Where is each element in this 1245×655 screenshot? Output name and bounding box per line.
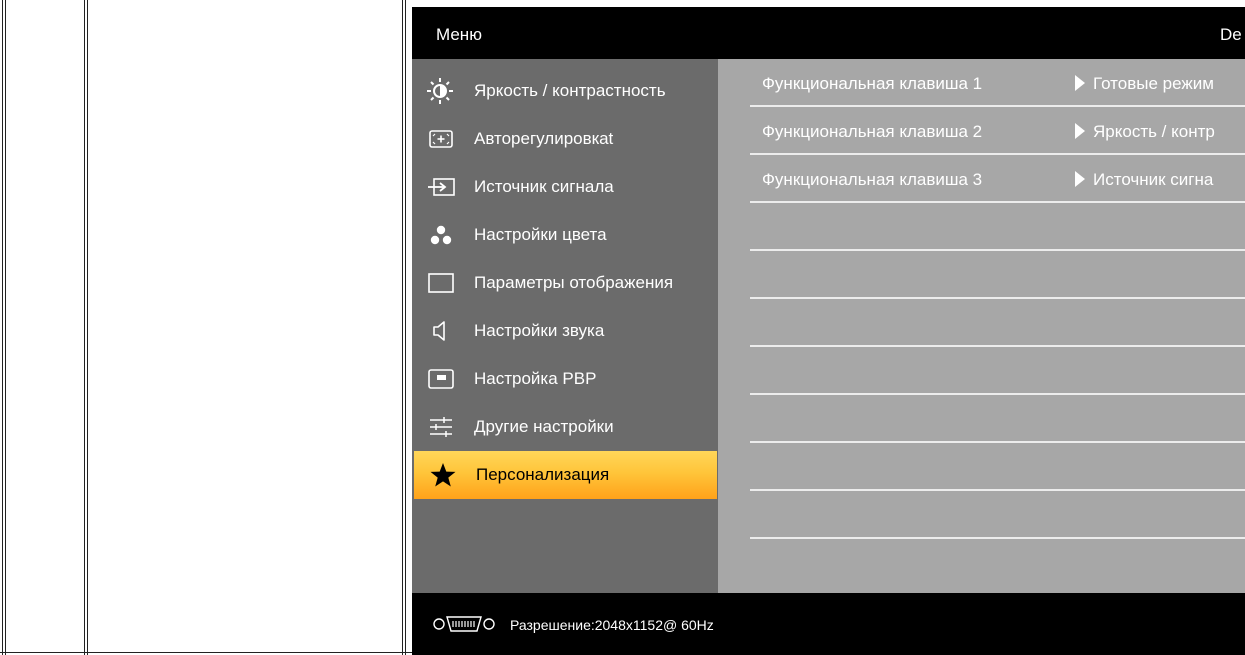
row-key: Функциональная клавиша 2 xyxy=(762,122,983,141)
empty-row xyxy=(750,299,1245,347)
row-value: Источник сигна xyxy=(1093,170,1214,189)
brightness-icon xyxy=(426,77,456,105)
resolution-status: Разрешение:2048x1152@ 60Hz xyxy=(510,617,714,633)
empty-row xyxy=(750,443,1245,491)
star-icon xyxy=(428,461,458,489)
osd-model-label: De xyxy=(1220,25,1242,44)
osd-header: Меню De xyxy=(412,7,1245,59)
display-settings-icon xyxy=(426,269,456,297)
arrow-right-icon xyxy=(1075,75,1085,91)
menu-item-label: Персонализация xyxy=(476,465,610,484)
osd-submenu-panel: Функциональная клавиша 1 Готовые режим Ф… xyxy=(718,59,1245,593)
menu-item-label: Другие настройки xyxy=(474,417,614,436)
menu-item-label: Настройки звука xyxy=(474,321,605,340)
vga-connector-icon xyxy=(432,615,496,638)
osd-screen: Меню De Яркость / контрастность Авторегу… xyxy=(412,7,1245,655)
menu-item-other-settings[interactable]: Другие настройки xyxy=(412,403,718,451)
shortcut-key-3-row[interactable]: Функциональная клавиша 3 Источник сигна xyxy=(750,155,1245,203)
menu-item-audio-settings[interactable]: Настройки звука xyxy=(412,307,718,355)
menu-item-color-settings[interactable]: Настройки цвета xyxy=(412,211,718,259)
osd-main-menu: Яркость / контрастность Авторегулировкat xyxy=(412,59,718,593)
arrow-right-icon xyxy=(1075,123,1085,139)
menu-item-label: Авторегулировкat xyxy=(474,129,614,148)
row-value: Готовые режим xyxy=(1093,74,1214,93)
menu-item-auto-adjust[interactable]: Авторегулировкat xyxy=(412,115,718,163)
speaker-icon xyxy=(426,317,456,345)
empty-row xyxy=(750,347,1245,395)
menu-item-pbp[interactable]: Настройка PBP xyxy=(412,355,718,403)
empty-row xyxy=(750,203,1245,251)
menu-item-label: Настройки цвета xyxy=(474,225,607,244)
menu-item-label: Настройка PBP xyxy=(474,369,597,388)
table-border-mid-2 xyxy=(402,0,406,655)
menu-item-personalize[interactable]: Персонализация xyxy=(414,451,717,499)
row-divider xyxy=(750,537,1245,539)
menu-item-label: Яркость / контрастность xyxy=(474,81,666,100)
empty-row xyxy=(750,395,1245,443)
osd-title: Меню xyxy=(436,25,482,44)
menu-item-label: Параметры отображения xyxy=(474,273,674,292)
empty-row xyxy=(750,251,1245,299)
color-settings-icon xyxy=(426,221,456,249)
menu-item-input-source[interactable]: Источник сигнала xyxy=(412,163,718,211)
table-border-mid-1 xyxy=(84,0,88,655)
menu-item-label: Источник сигнала xyxy=(474,177,614,196)
menu-item-brightness-contrast[interactable]: Яркость / контрастность xyxy=(412,67,718,115)
auto-adjust-icon xyxy=(426,125,456,153)
other-settings-icon xyxy=(426,413,456,441)
input-source-icon xyxy=(426,173,456,201)
shortcut-key-2-row[interactable]: Функциональная клавиша 2 Яркость / контр xyxy=(750,107,1245,155)
menu-item-display-settings[interactable]: Параметры отображения xyxy=(412,259,718,307)
pbp-icon xyxy=(426,365,456,393)
table-border-left xyxy=(2,0,6,655)
row-key: Функциональная клавиша 1 xyxy=(762,74,983,93)
arrow-right-icon xyxy=(1075,171,1085,187)
empty-row xyxy=(750,491,1245,539)
row-value: Яркость / контр xyxy=(1093,122,1215,141)
row-key: Функциональная клавиша 3 xyxy=(762,170,983,189)
shortcut-key-1-row[interactable]: Функциональная клавиша 1 Готовые режим xyxy=(750,59,1245,107)
osd-footer: Разрешение:2048x1152@ 60Hz xyxy=(412,593,1245,655)
